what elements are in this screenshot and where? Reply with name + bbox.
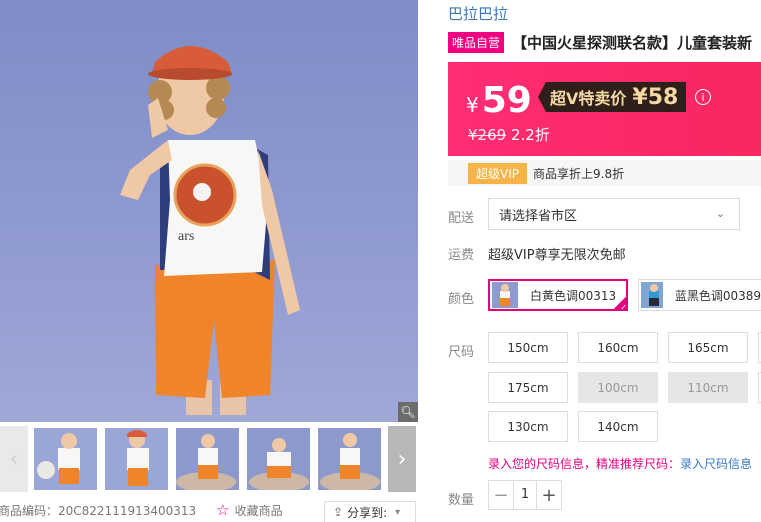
chevron-down-icon: ⌄ [715, 207, 725, 220]
current-price: ¥ 59 [466, 80, 532, 121]
price-panel: ¥ 59 超V特卖价 ¥58 i ¥269 2.2折 [448, 62, 761, 156]
chevron-left-icon[interactable]: ‹ [0, 426, 28, 492]
region-select-value: 请选择省市区 [499, 208, 578, 224]
thumbnail-strip: ‹ › [0, 426, 418, 492]
size-option-160[interactable]: 160cm [578, 332, 658, 363]
minus-icon[interactable]: − [489, 481, 513, 509]
thumbnail-3[interactable] [176, 428, 239, 490]
size-option-130[interactable]: 130cm [488, 411, 568, 442]
main-product-image[interactable]: ars 🔍︎ [0, 0, 418, 422]
vip-price-tag: 超V特卖价 ¥58 [538, 82, 687, 112]
plus-icon[interactable]: + [537, 481, 561, 509]
self-operated-badge: 唯品自营 [448, 32, 505, 53]
chevron-right-icon[interactable]: › [388, 426, 416, 492]
product-title: 【中国火星探测联名款】儿童套装新 [512, 34, 753, 52]
magnifier-icon[interactable]: 🔍︎ [398, 402, 418, 422]
chevron-down-icon: ▾ [395, 506, 401, 518]
size-option-150[interactable]: 150cm [488, 332, 568, 363]
shipping-label: 运费 [448, 248, 475, 263]
thumbnail-1[interactable] [34, 428, 97, 490]
thumbnail-2[interactable] [105, 428, 168, 490]
svg-text:ars: ars [178, 229, 194, 244]
quantity-stepper: − 1 + [488, 480, 562, 510]
size-option-165[interactable]: 165cm [668, 332, 748, 363]
brand-link[interactable]: 巴拉巴拉 [448, 3, 508, 24]
size-record-link[interactable]: 录入尺码信息 [680, 457, 752, 471]
shipping-text: 超级VIP尊享无限次免邮 [488, 248, 626, 263]
super-vip-chip[interactable]: 超级VIP [468, 162, 527, 184]
quantity-label: 数量 [448, 493, 475, 508]
product-photo-illustration: ars [120, 46, 300, 415]
color-swatch-image [641, 282, 663, 308]
share-label: 分享到: [347, 505, 388, 520]
vip-price-value: ¥58 [632, 84, 679, 110]
super-vip-desc: 商品享折上9.8折 [533, 166, 625, 181]
size-option-110: 110cm [668, 372, 748, 403]
delivery-label: 配送 [448, 211, 475, 226]
thumbnail-5[interactable] [318, 428, 381, 490]
original-price: ¥269 [468, 126, 507, 144]
size-option-100: 100cm [578, 372, 658, 403]
product-code: 商品编码：20C822111913400313 [0, 503, 197, 518]
color-label: 颜色 [448, 292, 475, 307]
discount-rate: 2.2折 [510, 126, 550, 144]
product-meta-row: 商品编码：20C822111913400313 ☆ 收藏商品 ⇪ 分享到: ▾ [0, 498, 418, 522]
star-icon: ☆ [216, 501, 230, 519]
check-icon: ✓ [612, 295, 628, 312]
color-option-label: 白黄色调00313 [530, 288, 617, 303]
share-icon: ⇪ [333, 505, 344, 519]
region-select[interactable]: 请选择省市区 ⌄ [488, 198, 740, 230]
quantity-input[interactable]: 1 [513, 481, 537, 509]
color-option-blue-black[interactable]: 蓝黑色调00389 [638, 279, 761, 311]
size-option-175[interactable]: 175cm [488, 372, 568, 403]
favorite-button[interactable]: ☆ 收藏商品 [216, 501, 282, 519]
favorite-label: 收藏商品 [234, 503, 283, 518]
size-hint: 录入您的尺码信息，精准推荐尺码：录入尺码信息 [488, 455, 752, 472]
color-option-white-yellow[interactable]: 白黄色调00313 ✓ [488, 279, 628, 312]
share-button[interactable]: ⇪ 分享到: ▾ [324, 501, 416, 522]
info-icon[interactable]: i [695, 89, 711, 105]
color-option-label: 蓝黑色调00389 [674, 288, 761, 303]
current-price-value: 59 [481, 80, 532, 121]
vip-price-label: 超V特卖价 [550, 89, 627, 108]
size-option-140[interactable]: 140cm [578, 411, 658, 442]
original-price-row: ¥269 2.2折 [468, 124, 550, 145]
size-label: 尺码 [448, 345, 475, 360]
super-vip-row: 超级VIP 商品享折上9.8折 [448, 160, 761, 186]
color-swatch-image [492, 282, 518, 308]
thumbnail-4[interactable] [247, 428, 310, 490]
currency-symbol: ¥ [466, 93, 479, 117]
size-hint-text: 录入您的尺码信息，精准推荐尺码： [488, 457, 681, 471]
product-title-row: 唯品自营 【中国火星探测联名款】儿童套装新 [448, 32, 761, 53]
